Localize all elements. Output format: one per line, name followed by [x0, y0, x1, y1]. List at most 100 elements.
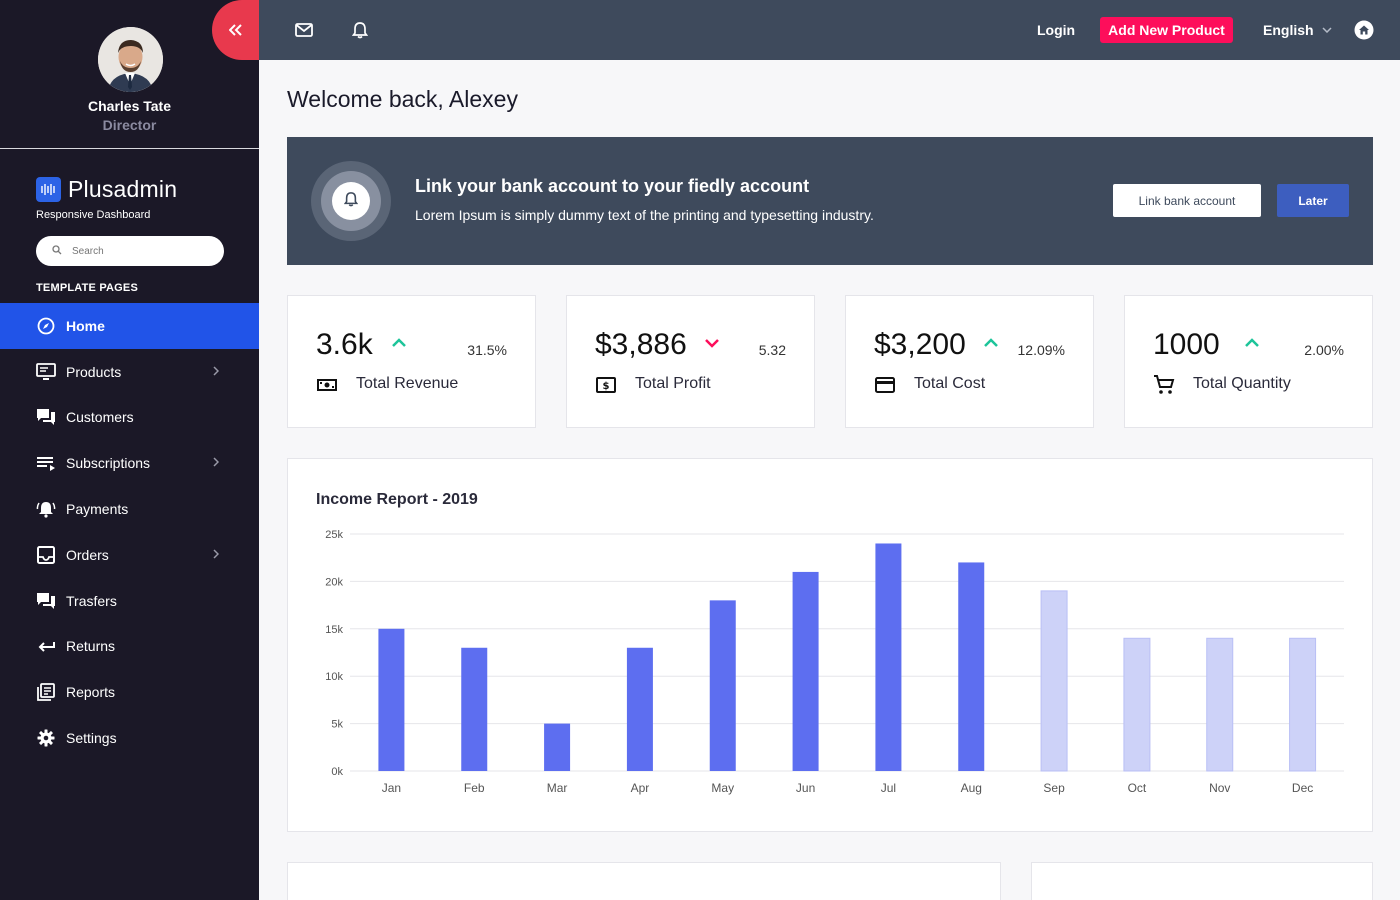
double-chevron-left-icon	[228, 20, 243, 41]
money-icon	[316, 374, 338, 396]
sidebar-item-returns[interactable]: Returns	[0, 624, 259, 670]
sidebar-item-payments[interactable]: Payments	[0, 486, 259, 532]
bar-apr[interactable]	[626, 647, 653, 771]
bar-aug[interactable]	[958, 562, 985, 771]
arrow-up-icon	[390, 334, 408, 352]
search-box[interactable]	[36, 236, 224, 266]
stat-card-total-cost: $3,200 12.09% Total Cost	[845, 295, 1094, 428]
x-tick-label: May	[711, 781, 734, 795]
stat-change: 31.5%	[467, 342, 507, 358]
bell-ring-icon	[36, 499, 56, 519]
bell-icon[interactable]	[350, 20, 370, 40]
search-input[interactable]	[72, 245, 212, 257]
login-link[interactable]: Login	[1037, 22, 1075, 38]
bar-jun[interactable]	[792, 571, 819, 771]
cart-icon	[1153, 374, 1175, 396]
stat-value: $3,200	[874, 328, 966, 361]
arrow-up-icon	[982, 334, 1000, 352]
brand-name: Plusadmin	[68, 176, 178, 202]
page-title: Welcome back, Alexey	[287, 86, 518, 112]
home-icon[interactable]	[1354, 20, 1374, 40]
sidebar-item-orders[interactable]: Orders	[0, 532, 259, 578]
sidebar-item-reports[interactable]: Reports	[0, 669, 259, 715]
stat-card-total-quantity: 1000 2.00% Total Quantity	[1124, 295, 1373, 428]
sidebar-item-subscriptions[interactable]: Subscriptions	[0, 440, 259, 486]
add-new-product-button[interactable]: Add New Product	[1100, 17, 1233, 43]
y-tick-label: 15k	[325, 624, 343, 636]
sidebar-item-label: Returns	[66, 638, 116, 655]
x-tick-label: Oct	[1128, 781, 1147, 795]
chevron-down-icon	[1322, 24, 1332, 36]
bar-oct[interactable]	[1123, 637, 1151, 772]
x-tick-label: Jan	[382, 781, 401, 795]
x-tick-label: Mar	[547, 781, 568, 795]
chevron-right-icon	[213, 365, 220, 379]
profile-role: Director	[102, 117, 157, 133]
svg-text:$: $	[603, 381, 610, 392]
brand[interactable]: Plusadmin	[36, 176, 177, 203]
stat-value: $3,886	[595, 328, 687, 361]
sidebar-item-label: Products	[66, 363, 122, 380]
profile-name: Charles Tate	[88, 98, 171, 114]
stat-label: Total Profit	[635, 375, 711, 392]
x-tick-label: Jun	[796, 781, 815, 795]
x-tick-label: Apr	[631, 781, 650, 795]
chevron-right-icon	[213, 548, 220, 562]
chat-icon	[36, 407, 56, 427]
stat-value: 1000	[1153, 328, 1220, 361]
stat-card-total-profit: $3,886 5.32 $ Total Profit	[566, 295, 815, 428]
y-tick-label: 10k	[325, 671, 343, 683]
reports-icon	[36, 682, 56, 702]
income-bar-chart: 0k 5k 10k 15k 20k 25k Jan Feb Mar Apr May Jun Jul Aug…	[325, 529, 1344, 795]
bell-icon	[343, 191, 359, 212]
bar-mar[interactable]	[544, 723, 571, 771]
monitor-icon	[36, 362, 56, 382]
sidebar-item-label: Orders	[66, 546, 109, 563]
bar-nov[interactable]	[1206, 637, 1234, 772]
dollar-bill-icon: $	[595, 374, 617, 396]
y-tick-label: 0k	[331, 766, 343, 778]
income-report-card: Income Report - 2019 0k 5k 10k 15k 20k 25k Jan…	[287, 458, 1373, 832]
arrow-up-icon	[1243, 334, 1261, 352]
sidebar-item-label: Customers	[66, 409, 134, 426]
list-icon	[36, 453, 56, 473]
brand-subtitle: Responsive Dashboard	[36, 209, 151, 221]
bar-feb[interactable]	[461, 647, 488, 771]
sidebar-item-home[interactable]: Home	[0, 303, 259, 349]
y-tick-label: 25k	[325, 529, 343, 541]
topbar: Login Add New Product English	[259, 0, 1400, 60]
link-bank-banner: Link your bank account to your fiedly ac…	[287, 137, 1373, 265]
arrow-down-icon	[703, 334, 721, 352]
bar-may[interactable]	[709, 600, 736, 771]
chevron-right-icon	[213, 456, 220, 470]
bar-sep[interactable]	[1040, 590, 1068, 772]
sidebar-item-customers[interactable]: Customers	[0, 395, 259, 441]
x-tick-label: Feb	[464, 781, 485, 795]
y-tick-label: 5k	[331, 719, 343, 731]
avatar[interactable]	[98, 27, 163, 92]
sidebar-item-label: Settings	[66, 730, 117, 747]
bar-jan[interactable]	[378, 628, 405, 771]
sidebar-item-label: Subscriptions	[66, 455, 151, 472]
later-button[interactable]: Later	[1277, 184, 1349, 217]
bar-dec[interactable]	[1289, 637, 1317, 772]
x-tick-label: Dec	[1292, 781, 1313, 795]
link-bank-account-button[interactable]: Link bank account	[1113, 184, 1261, 217]
inbox-icon	[36, 545, 56, 565]
recent-earnings-card	[287, 862, 1001, 900]
sidebar-item-trasfers[interactable]: Trasfers	[0, 578, 259, 624]
bar-jul[interactable]	[875, 543, 902, 771]
chat-icon	[36, 591, 56, 611]
stat-label: Total Cost	[914, 375, 986, 392]
sidebar-item-settings[interactable]: Settings	[0, 715, 259, 761]
sidebar-item-products[interactable]: Products	[0, 349, 259, 395]
x-tick-label: Nov	[1209, 781, 1230, 795]
banner-text: Lorem Ipsum is simply dummy text of the …	[415, 207, 874, 223]
stat-change: 2.00%	[1304, 342, 1344, 358]
stat-label: Total Quantity	[1193, 375, 1291, 392]
brand-logo-icon	[36, 177, 61, 202]
banner-title: Link your bank account to your fiedly ac…	[415, 176, 810, 196]
language-selector[interactable]: English	[1263, 22, 1332, 38]
mail-icon[interactable]	[294, 20, 314, 40]
sidebar-nav: Home Products Customers Subscriptions Paymen…	[0, 303, 259, 761]
